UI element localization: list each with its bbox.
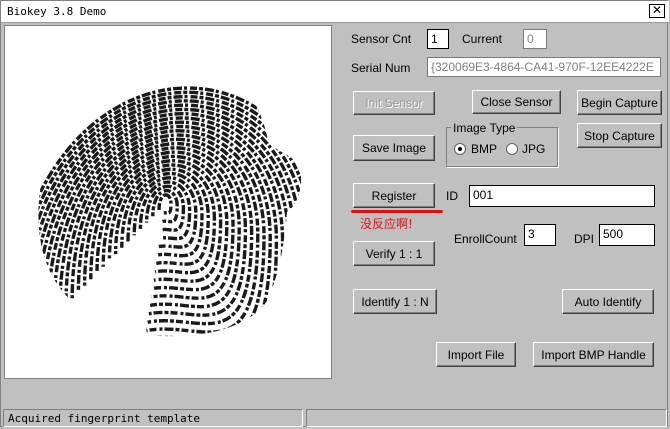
enroll-count-field[interactable]: 3 — [524, 224, 556, 246]
bmp-radio-label: BMP — [471, 142, 498, 156]
register-button[interactable]: Register — [353, 183, 435, 208]
dpi-field[interactable]: 500 — [599, 224, 655, 246]
auto-identify-button[interactable]: Auto Identify — [562, 289, 654, 314]
bmp-radio[interactable] — [454, 143, 466, 155]
serial-num-label: Serial Num — [351, 61, 411, 75]
import-file-button[interactable]: Import File — [436, 342, 516, 367]
status-pane-secondary — [306, 409, 667, 427]
jpg-radio[interactable] — [506, 143, 518, 155]
serial-num-field[interactable]: {320069E3-4864-CA41-970F-12EE4222E — [427, 57, 661, 77]
begin-capture-button[interactable]: Begin Capture — [577, 90, 662, 115]
current-label: Current — [462, 32, 503, 46]
app-window: Biokey 3.8 Demo ✕ Sensor Cnt 1 Current 0… — [0, 0, 669, 428]
id-label: ID — [446, 189, 458, 203]
stop-capture-button[interactable]: Stop Capture — [577, 123, 662, 148]
sensor-count-label: Sensor Cnt — [351, 32, 412, 46]
close-sensor-button[interactable]: Close Sensor — [472, 90, 561, 114]
window-title: Biokey 3.8 Demo — [7, 5, 107, 18]
enroll-count-label: EnrollCount — [454, 232, 517, 246]
annotation-underline — [351, 210, 443, 213]
close-icon[interactable]: ✕ — [649, 4, 665, 18]
jpg-radio-label: JPG — [522, 142, 546, 156]
sensor-count-field[interactable]: 1 — [427, 29, 449, 49]
annotation-text: 没反应啊! — [360, 217, 413, 231]
current-field[interactable]: 0 — [523, 29, 547, 49]
image-type-title: Image Type — [451, 121, 518, 135]
save-image-button[interactable]: Save Image — [353, 135, 435, 161]
identify-button[interactable]: Identify 1 : N — [353, 289, 437, 314]
fingerprint-graphic — [38, 86, 302, 337]
fingerprint-image — [4, 25, 332, 379]
title-bar: Biokey 3.8 Demo ✕ — [1, 1, 669, 23]
id-field[interactable]: 001 — [469, 185, 655, 207]
import-bmp-handle-button[interactable]: Import BMP Handle — [533, 342, 654, 367]
dpi-label: DPI — [574, 232, 595, 246]
status-bar: Acquired fingerprint template — [1, 408, 669, 428]
verify-button[interactable]: Verify 1 : 1 — [353, 241, 435, 266]
status-message: Acquired fingerprint template — [3, 409, 303, 427]
init-sensor-button[interactable]: Init Sensor — [353, 91, 435, 115]
